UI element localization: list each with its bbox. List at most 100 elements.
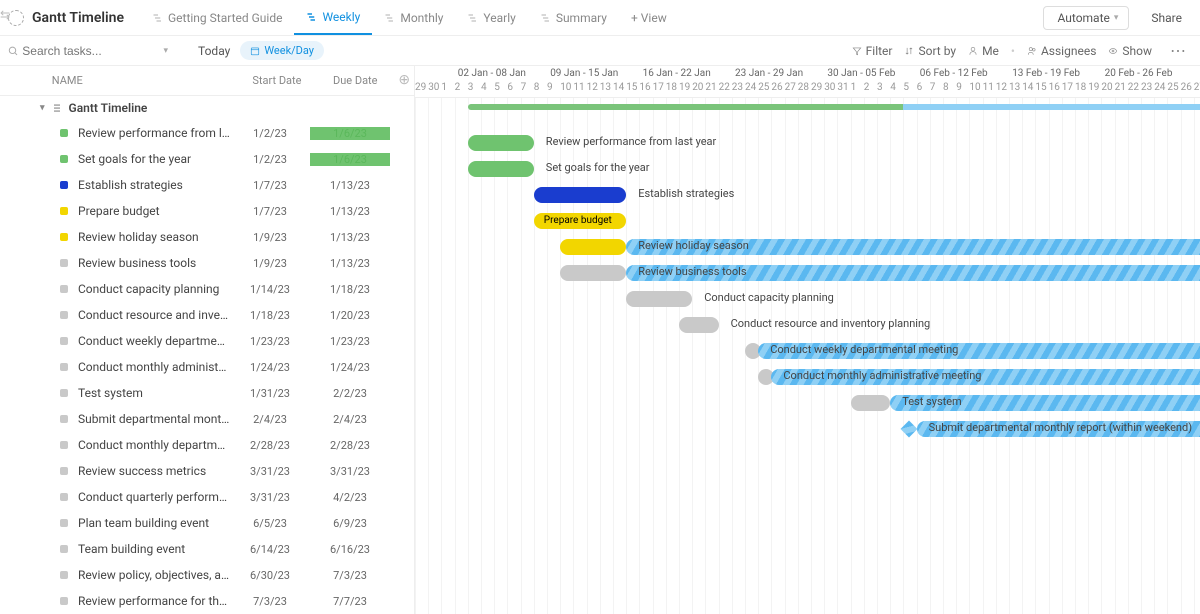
gantt-row[interactable]: Review performance from last year: [415, 130, 1200, 156]
task-due: 1/13/23: [310, 231, 390, 244]
day-label: 30: [428, 82, 439, 93]
add-view[interactable]: + View: [619, 0, 679, 35]
task-row[interactable]: Conduct weekly departmental me... 1/23/2…: [0, 328, 414, 354]
gantt-bar[interactable]: [560, 265, 626, 281]
gantt-row[interactable]: Review business tools: [415, 260, 1200, 286]
gantt-bar[interactable]: [534, 187, 626, 203]
task-row[interactable]: Test system 1/31/23 2/2/23: [0, 380, 414, 406]
task-row[interactable]: Establish strategies 1/7/23 1/13/23: [0, 172, 414, 198]
col-due[interactable]: Due Date: [316, 74, 394, 87]
share-button[interactable]: Share: [1137, 7, 1192, 29]
task-row[interactable]: Review business tools 1/9/23 1/13/23: [0, 250, 414, 276]
task-row[interactable]: Conduct monthly departmental m... 2/28/2…: [0, 432, 414, 458]
today-button[interactable]: Today: [188, 41, 240, 61]
task-row[interactable]: Review performance from last year 1/2/23…: [0, 120, 414, 146]
task-name: Test system: [78, 386, 230, 400]
gantt-row[interactable]: Review holiday season: [415, 234, 1200, 260]
status-bullet: [60, 155, 68, 163]
gantt-row[interactable]: Test system: [415, 390, 1200, 416]
day-label: 19: [679, 82, 690, 93]
task-row[interactable]: Review policy, objectives, and busi... 6…: [0, 562, 414, 588]
day-label: 4: [890, 82, 896, 93]
task-row[interactable]: Conduct resource and inventory pl... 1/1…: [0, 302, 414, 328]
group-header[interactable]: ▾ Gantt Timeline: [0, 96, 414, 120]
filter-button[interactable]: Filter: [852, 44, 893, 58]
day-label: 18: [1075, 82, 1086, 93]
day-label: 14: [613, 82, 624, 93]
tab-summary[interactable]: Summary: [528, 0, 619, 35]
status-bullet: [60, 285, 68, 293]
task-row[interactable]: Team building event 6/14/23 6/16/23: [0, 536, 414, 562]
day-label: 30: [824, 82, 835, 93]
more-icon[interactable]: ⋯: [1164, 41, 1192, 60]
col-name[interactable]: NAME: [12, 74, 238, 87]
tab-getting-started-guide[interactable]: Getting Started Guide: [140, 0, 294, 35]
gantt-bar[interactable]: [468, 161, 534, 177]
task-due: 1/18/23: [310, 283, 390, 296]
search-box[interactable]: ▾: [8, 44, 168, 58]
day-label: 23: [1141, 82, 1152, 93]
task-row[interactable]: Plan team building event 6/5/23 6/9/23: [0, 510, 414, 536]
day-label: 10: [969, 82, 980, 93]
task-row[interactable]: Prepare budget 1/7/23 1/13/23: [0, 198, 414, 224]
gantt-bar[interactable]: [468, 135, 534, 151]
gantt-row[interactable]: Prepare budget: [415, 208, 1200, 234]
gantt-row[interactable]: Set goals for the year: [415, 156, 1200, 182]
week-label: 20 Feb - 26 Feb: [1105, 68, 1173, 79]
milestone-diamond[interactable]: [901, 421, 918, 438]
sort-button[interactable]: Sort by: [904, 44, 956, 58]
task-start: 1/14/23: [230, 283, 310, 296]
automate-button[interactable]: Automate ▾: [1043, 6, 1130, 30]
task-row[interactable]: Review success metrics 3/31/23 3/31/23: [0, 458, 414, 484]
bar-label: Establish strategies: [632, 187, 734, 200]
task-row[interactable]: Review holiday season 1/9/23 1/13/23: [0, 224, 414, 250]
day-label: 5: [494, 82, 500, 93]
gantt-body[interactable]: Review performance from last yearSet goa…: [415, 98, 1200, 614]
day-label: 21: [1115, 82, 1126, 93]
task-row[interactable]: Conduct quarterly performance m... 3/31/…: [0, 484, 414, 510]
status-bullet: [60, 519, 68, 527]
assignees-filter[interactable]: Assignees: [1027, 44, 1096, 58]
tab-monthly[interactable]: Monthly: [372, 0, 455, 35]
task-row[interactable]: Submit departmental monthly re... 2/4/23…: [0, 406, 414, 432]
gantt-row[interactable]: Conduct weekly departmental meeting: [415, 338, 1200, 364]
gantt-row[interactable]: Conduct capacity planning: [415, 286, 1200, 312]
gantt-bar[interactable]: [679, 317, 719, 333]
tab-yearly[interactable]: Yearly: [455, 0, 527, 35]
col-start[interactable]: Start Date: [238, 74, 316, 87]
gantt-row[interactable]: Conduct resource and inventory planning: [415, 312, 1200, 338]
gantt-pane[interactable]: 02 Jan - 08 Jan09 Jan - 15 Jan16 Jan - 2…: [415, 66, 1200, 614]
add-column-icon[interactable]: ⊕: [394, 72, 414, 88]
status-bullet: [60, 337, 68, 345]
search-icon: [8, 45, 18, 57]
show-button[interactable]: Show: [1108, 44, 1152, 58]
timeline-header: 02 Jan - 08 Jan09 Jan - 15 Jan16 Jan - 2…: [415, 66, 1200, 98]
task-row[interactable]: Conduct monthly administrative m... 1/24…: [0, 354, 414, 380]
gantt-row[interactable]: Establish strategies: [415, 182, 1200, 208]
day-label: 18: [666, 82, 677, 93]
day-label: 6: [917, 82, 923, 93]
day-label: 16: [1049, 82, 1060, 93]
week-day-toggle[interactable]: Week/Day: [240, 41, 324, 60]
gantt-bar[interactable]: [851, 395, 891, 411]
gantt-bar[interactable]: [626, 291, 692, 307]
task-row[interactable]: Conduct capacity planning 1/14/23 1/18/2…: [0, 276, 414, 302]
gantt-row[interactable]: Conduct monthly administrative meeting: [415, 364, 1200, 390]
week-label: 02 Jan - 08 Jan: [458, 68, 526, 79]
week-label: 23 Jan - 29 Jan: [735, 68, 803, 79]
gantt-row[interactable]: Submit departmental monthly report (with…: [415, 416, 1200, 442]
header: Gantt Timeline Getting Started GuideWeek…: [0, 0, 1200, 36]
gantt-bar[interactable]: [560, 239, 626, 255]
search-input[interactable]: [22, 44, 159, 58]
collapse-icon[interactable]: ▾: [40, 103, 45, 113]
week-label: 30 Jan - 05 Feb: [827, 68, 895, 79]
bar-label: Conduct capacity planning: [698, 291, 834, 304]
me-filter[interactable]: Me: [968, 44, 999, 58]
task-start: 6/30/23: [230, 569, 310, 582]
task-row[interactable]: Set goals for the year 1/2/23 1/6/23: [0, 146, 414, 172]
status-bullet: [60, 311, 68, 319]
chevron-down-icon[interactable]: ▾: [163, 46, 168, 56]
task-row[interactable]: Review performance for the last 6 ... 7/…: [0, 588, 414, 614]
day-label: 6: [507, 82, 513, 93]
tab-weekly[interactable]: Weekly: [294, 0, 372, 35]
